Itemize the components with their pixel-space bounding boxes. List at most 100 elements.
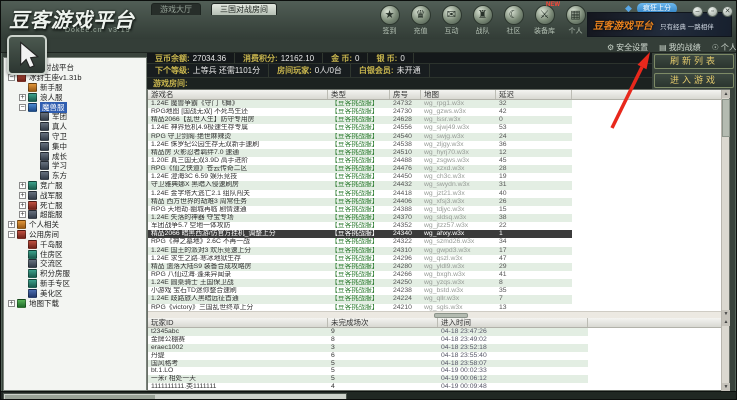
tree-item[interactable]: 学习 [4,161,146,171]
player-vertical-scrollbar[interactable]: ▲ ▼ [721,318,730,391]
column-header[interactable]: 未完成场次 [328,318,438,327]
tree-item[interactable]: 守卫 [4,131,146,142]
tree-expander-icon[interactable]: + [19,181,26,189]
tree-item[interactable]: 新手专区 [4,278,146,289]
tree-item[interactable]: − 魔兽服 [4,101,146,113]
enter-game-button[interactable]: 进入游戏 [654,73,734,88]
game-row[interactable]: 精品2066 暗黑西游/仿官方挂机_调整上分 【豆客挑战服】 24340 wg_… [148,230,572,239]
tree-item[interactable]: + 地图下载 [4,298,146,308]
tree-expander-icon[interactable]: + [19,201,26,209]
tab-game-hall[interactable]: 游戏大厅 [151,3,201,15]
player-row[interactable]: 1111111111.类1111111 4 04-19 00:09:48 [148,383,588,391]
tree-item[interactable]: 成长 [4,151,146,161]
tree-item[interactable]: 东方 [4,171,146,181]
tree-item[interactable]: 积分房服 [4,269,146,279]
game-row[interactable]: RPG地图 [国战无双] 不死鸟生还 【豆客挑战服】 24730 wg_gzws… [148,108,572,116]
refresh-list-button[interactable]: 刷新列表 [654,54,734,69]
tree-item[interactable]: 交流区 [4,259,146,269]
toolbar-item[interactable]: ✉ 互动 [439,5,464,36]
game-row[interactable]: 1.24E 歧路旅人黑暗远征首通 【豆客挑战服】 24224 wg_qllr.w… [148,295,572,304]
game-row[interactable]: 1.24E 魔兽争霸《守门飞舞》 【豆客挑战服】 24732 wg_rpg1.w… [148,100,572,109]
tree-item[interactable]: + 竞广服 [4,180,146,191]
game-row[interactable]: RPG《神之墓地》2.6C 不再一战 【豆客挑战服】 24322 wg_szmd… [148,238,572,246]
game-row[interactable]: 1.24E 国王的派对3 欢乐竞速上分 【豆客挑战服】 24310 wg_gwp… [148,246,572,255]
toolbar-item[interactable]: ♛ 充值 [408,5,433,36]
game-row[interactable]: RPG 天地劫·幽城再临 剧情速通 【豆客挑战服】 24388 wg_tdjyc… [148,206,572,214]
player-row[interactable]: 一米r 相处一天 5 04-19 00:06:12 [148,375,588,384]
tab-current-room[interactable]: 三国对战房间 [211,3,277,15]
bottom-scrollbar-thumb[interactable] [5,395,155,399]
game-row[interactable]: 精品房 火影忍者羁绊7.0 速通 【豆客挑战服】 24510 wg_hyrj70… [148,148,572,157]
game-row[interactable]: 精品2066【乱世人生】防守专用房 【豆客挑战服】 24628 wg_lssr.… [148,116,572,125]
tree-expander-icon[interactable]: + [19,191,26,199]
tree-item[interactable]: + 超能服 [4,210,146,220]
player-row[interactable]: 丹缇 6 04-18 23:55:40 [148,352,588,360]
window-control-button[interactable]: ▫ [707,6,718,17]
column-header[interactable]: 类型 [328,90,390,99]
column-header[interactable]: 进入时间 [438,318,588,327]
quick-link[interactable]: ▤ 我的战绩 [659,42,701,53]
game-row[interactable]: RPG 八仙过海·蓬莱异闻录 【豆客挑战服】 24266 wg_bxgh.w3x… [148,271,572,279]
window-control-button[interactable]: ✕ [722,6,733,17]
tree-item[interactable]: − 公用房间 [4,229,146,240]
toolbar-item[interactable]: ♜ 战队 [470,5,495,36]
game-row[interactable]: 1.24E 侏罗纪公园生存无双新手速刷 【豆客挑战服】 24538 wg_zlj… [148,141,572,149]
player-row[interactable]: 国风格考 5 04-18 23:58:07 [148,360,588,368]
scroll-down-icon[interactable]: ▼ [722,383,730,391]
game-row[interactable]: 精品 西方世界的劫难3 周常任务 【豆客挑战服】 24406 wg_xfsj3.… [148,197,572,206]
game-row[interactable]: 1.24E 金字塔大逃亡2.1 组队闯关 【豆客挑战服】 24418 wg_jz… [148,190,572,198]
toolbar-item[interactable]: ⚔ 装备库 NEW [532,2,560,36]
player-row[interactable]: t2345abc 9 04-18 23:47:26 [148,328,588,336]
player-row[interactable]: bt.1.LO 5 04-19 00:02:33 [148,367,588,375]
quick-link[interactable]: ☉ 个人中心 [712,42,736,53]
vertical-scrollbar[interactable]: ▲ ▼ [721,90,730,318]
tree-item[interactable]: 军团 [4,112,146,122]
scroll-up-icon[interactable]: ▲ [722,90,730,98]
tree-item[interactable]: + 死亡服 [4,200,146,210]
platform-tile[interactable] [7,35,47,75]
scroll-down-icon[interactable]: ▼ [722,310,730,318]
toolbar-item[interactable]: ▦ 个人 [563,5,588,36]
toolbar-item[interactable]: ☾ 社区 [501,5,526,36]
game-row[interactable]: RPG 守卫剑阁·绝世麻辣烫 【豆客挑战服】 24540 wg_swjg.w3x… [148,132,572,141]
tree-item[interactable]: 住房区 [4,249,146,259]
scroll-up-icon[interactable]: ▲ [722,318,730,326]
game-row[interactable]: 1.24E 失落的神器 夺宝专场 【豆客挑战服】 24370 wg_sldsq.… [148,213,572,223]
player-row[interactable]: eraec1002 3 04-18 23:52:18 [148,344,588,352]
tree-item[interactable]: 新手服 [4,82,146,93]
tree-item[interactable]: + 战军服 [4,190,146,200]
column-header[interactable]: 房号 [390,90,421,99]
game-row[interactable]: 1.20E 真三国无双3.9D 高手进阶 【豆客挑战服】 24488 wg_zs… [148,157,572,165]
game-row[interactable]: 小游戏 宝石TD迷你整合速刷 【豆客挑战服】 24238 wg_bstd.w3x… [148,287,572,295]
horizontal-scrollbar[interactable] [148,311,722,318]
game-row[interactable]: 1.24E 求生之路·寒冰地狱生存 【豆客挑战服】 24296 wg_qszl.… [148,255,572,263]
tree-item[interactable]: 真人 [4,122,146,132]
game-row[interactable]: 1.24E 神界危机4.9极速生存专属 【豆客挑战服】 24556 wg_sjw… [148,124,572,132]
column-header[interactable]: 延迟 [496,90,572,99]
column-header[interactable]: 游戏名 [148,90,328,99]
tree-item[interactable]: + 个人相关 [4,220,146,230]
game-row[interactable]: 1.24E 圆桌骑士 王国保卫战 【豆客挑战服】 24250 wg_yzqs.w… [148,279,572,288]
column-header[interactable]: 玩家ID [148,318,328,327]
tree-expander-icon[interactable]: + [19,211,26,219]
tree-item[interactable]: 集中 [4,141,146,151]
tree-item[interactable]: 美化区 [4,288,146,298]
game-row[interactable]: 军团战争5.7 空地一体攻防 【豆客挑战服】 24352 wg_jtzz57.w… [148,222,572,230]
player-row[interactable]: 金牌公棚赛 8 04-18 23:49:02 [148,336,588,344]
tree-expander-icon[interactable]: + [19,93,26,101]
tree-expander-icon[interactable]: + [8,221,15,229]
tree-item[interactable]: 千岛服 [4,239,146,249]
game-row[interactable]: RPG《仙之侠道》苍云传奇二区 【豆客挑战服】 24476 wg_xzxd.w3… [148,165,572,174]
toolbar-item[interactable]: ★ 签到 [377,5,402,36]
tree-expander-icon[interactable]: − [19,103,26,111]
quick-link[interactable]: ⚙ 安全设置 [607,42,648,53]
game-row[interactable]: 1.24E 澄海3C 6.59 娱乐竞技 【豆客挑战服】 24450 wg_ch… [148,173,572,181]
game-row[interactable]: 精品 遗落大陆S9 装备合成攻略房 【豆客挑战服】 24280 wg_yldl9… [148,262,572,271]
vertical-scrollbar-thumb[interactable] [722,99,730,137]
column-header[interactable]: 地图 [421,90,496,99]
bottom-scrollbar[interactable] [3,393,347,399]
tree-item[interactable]: + 浪人服 [4,92,146,102]
window-control-button[interactable]: – [692,6,703,17]
game-row[interactable]: 守卫雅典娜X 黑暗入侵速刷房 【豆客挑战服】 24432 wg_swydn.w3… [148,181,572,190]
tree-expander-icon[interactable]: + [8,299,15,307]
